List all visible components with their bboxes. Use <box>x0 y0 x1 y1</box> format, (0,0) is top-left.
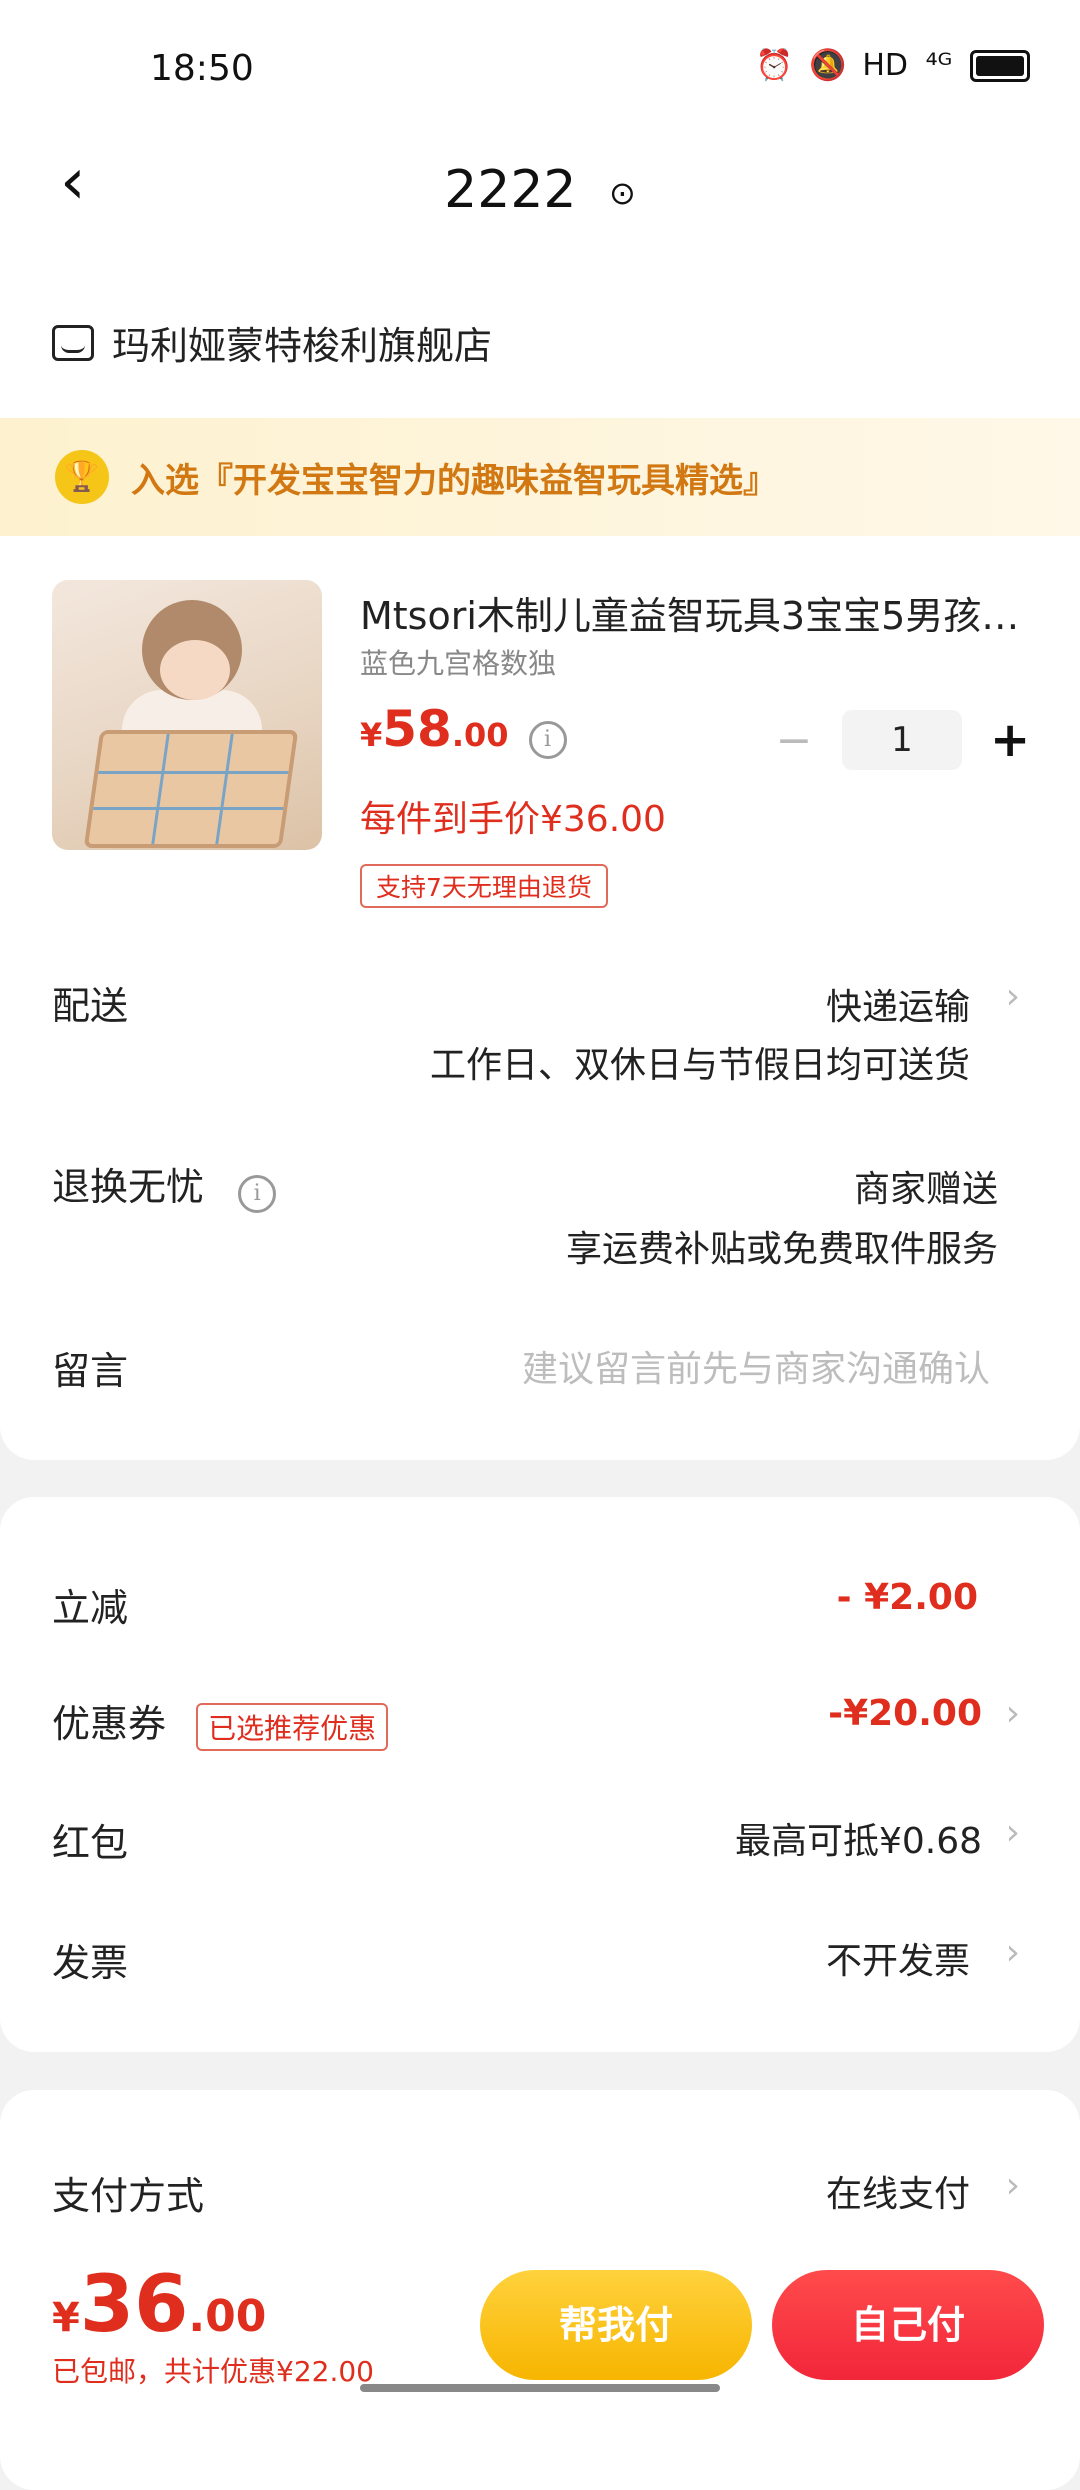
hd-icon: HD <box>862 48 908 83</box>
status-bar: 18:50 ⏰ 🔕 HD ⁴ᴳ <box>0 0 1080 140</box>
returns-label-text: 退换无忧 <box>52 1165 205 1209</box>
delivery-value[interactable]: 快递运输 <box>826 978 970 1030</box>
status-icons: ⏰ 🔕 HD ⁴ᴳ <box>756 48 1030 83</box>
price-decimal: .00 <box>451 716 509 754</box>
location-pin-icon: ⊙ <box>609 174 636 212</box>
mute-icon: 🔕 <box>808 48 847 83</box>
quantity-stepper: − 1 + <box>774 710 1030 770</box>
delivery-chevron-icon[interactable]: › <box>1006 976 1020 1017</box>
self-pay-button[interactable]: 自己付 <box>772 2270 1044 2380</box>
nav-bar: ‹ 2222 ⊙ <box>0 140 1080 250</box>
returns-label: 退换无忧 i <box>52 1156 277 1213</box>
board-grid-line <box>151 734 170 844</box>
price-symbol: ¥ <box>360 716 383 754</box>
decrease-quantity-button[interactable]: − <box>774 715 814 766</box>
coupon-label: 优惠券 已选推荐优惠 <box>52 1693 389 1751</box>
page-title[interactable]: 2222 ⊙ <box>0 160 1080 220</box>
instant-discount-value: - ¥2.00 <box>836 1577 978 1618</box>
coupon-label-text: 优惠券 <box>52 1702 167 1746</box>
status-time: 18:50 <box>150 48 254 89</box>
order-card: 玛利娅蒙特梭利旗舰店 🏆 入选『开发宝宝智力的趣味益智玩具精选』 Mtsori木… <box>0 250 1080 1460</box>
battery-icon <box>970 49 1030 82</box>
returns-value: 商家赠送 <box>853 1169 998 1210</box>
red-packet-label: 红包 <box>52 1821 129 1865</box>
product-image-figure-face <box>160 640 230 700</box>
shop-icon <box>52 324 94 361</box>
shop-row[interactable]: 玛利娅蒙特梭利旗舰店 <box>52 315 492 370</box>
signal-4g-icon: ⁴ᴳ <box>925 48 953 83</box>
delivery-sub: 工作日、双休日与节假日均可送货 <box>429 1045 970 1086</box>
red-packet-chevron-icon[interactable]: › <box>1006 1812 1020 1853</box>
coupon-value[interactable]: -¥20.00 <box>828 1693 982 1734</box>
payment-method-chevron-icon[interactable]: › <box>1006 2165 1020 2206</box>
help-pay-button[interactable]: 帮我付 <box>480 2270 752 2380</box>
product-spec[interactable]: 蓝色九宫格数独 <box>360 642 556 682</box>
total-decimal: .00 <box>188 2291 267 2342</box>
final-price: 每件到手价¥36.00 <box>360 799 666 840</box>
total-price: ¥ 36 .00 <box>52 2260 266 2350</box>
trophy-icon: 🏆 <box>55 450 109 504</box>
increase-quantity-button[interactable]: + <box>990 712 1030 768</box>
returns-info-icon[interactable]: i <box>238 1175 277 1213</box>
coupon-chevron-icon[interactable]: › <box>1006 1693 1020 1734</box>
board-grid-line <box>214 734 234 844</box>
total-symbol: ¥ <box>52 2295 80 2341</box>
invoice-value[interactable]: 不开发票 <box>826 1932 970 1984</box>
product-image[interactable] <box>52 580 322 850</box>
product-price: ¥ 58 .00 i <box>360 700 567 759</box>
shop-name: 玛利娅蒙特梭利旗舰店 <box>112 324 493 368</box>
message-label: 留言 <box>52 1349 129 1393</box>
alarm-icon: ⏰ <box>755 48 793 83</box>
invoice-label: 发票 <box>52 1941 129 1985</box>
board-grid-line <box>98 770 289 774</box>
invoice-chevron-icon[interactable]: › <box>1006 1932 1020 1973</box>
product-image-board <box>83 730 299 848</box>
red-packet-value[interactable]: 最高可抵¥0.68 <box>735 1812 982 1864</box>
instant-discount-label: 立减 <box>52 1586 129 1630</box>
address-title[interactable]: 2222 <box>444 160 576 220</box>
quantity-field[interactable]: 1 <box>842 710 962 770</box>
total-integer: 36 <box>79 2260 189 2350</box>
product-title[interactable]: Mtsori木制儿童益智玩具3宝宝5男孩… <box>360 585 1020 640</box>
returns-sub: 享运费补贴或免费取件服务 <box>565 1229 998 1270</box>
message-input[interactable]: 建议留言前先与商家沟通确认 <box>522 1340 990 1392</box>
banner-text: 入选『开发宝宝智力的趣味益智玩具精选』 <box>131 460 777 501</box>
payment-method-label: 支付方式 <box>52 2174 205 2218</box>
discounts-card: 立减 - ¥2.00 优惠券 已选推荐优惠 -¥20.00 › 红包 最高可抵¥… <box>0 1497 1080 2052</box>
payment-method-value[interactable]: 在线支付 <box>826 2165 970 2217</box>
featured-banner: 🏆 入选『开发宝宝智力的趣味益智玩具精选』 <box>0 418 1080 536</box>
delivery-label: 配送 <box>52 984 129 1028</box>
return-policy-badge: 支持7天无理由退货 <box>360 864 608 908</box>
coupon-recommend-tag: 已选推荐优惠 <box>196 1702 389 1751</box>
checkout-bar: ¥ 36 .00 已包邮，共计优惠¥22.00 帮我付 自己付 <box>0 2250 1080 2400</box>
home-indicator[interactable] <box>360 2384 720 2392</box>
board-grid-line <box>93 807 284 811</box>
price-info-icon[interactable]: i <box>528 721 567 759</box>
total-discount-note: 已包邮，共计优惠¥22.00 <box>52 2355 374 2388</box>
price-integer: 58 <box>382 700 452 758</box>
